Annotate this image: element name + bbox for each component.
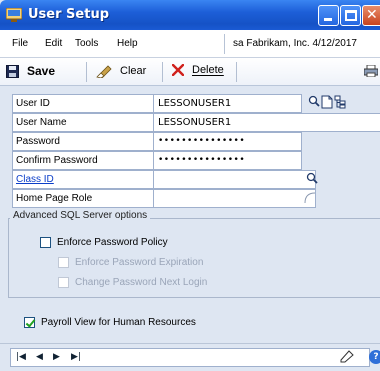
- enforce-password-expiration-label: Enforce Password Expiration: [75, 257, 204, 268]
- printer-icon[interactable]: [364, 65, 378, 77]
- change-password-next-login-checkbox[interactable]: [58, 277, 69, 288]
- menu-file[interactable]: File: [12, 38, 28, 49]
- menu-tools[interactable]: Tools: [75, 38, 98, 49]
- delete-label: Delete: [192, 64, 224, 76]
- delete-button[interactable]: Delete: [172, 64, 224, 76]
- user-name-field[interactable]: LESSONUSER1: [153, 113, 380, 132]
- toolbar: Save Clear Delete: [0, 58, 380, 86]
- payroll-view-hr-checkbox[interactable]: [24, 317, 35, 328]
- class-id-lookup-icon[interactable]: [306, 172, 318, 186]
- enforce-password-expiration-checkbox[interactable]: [58, 257, 69, 268]
- menu-edit[interactable]: Edit: [45, 38, 62, 49]
- delete-x-icon: [172, 64, 184, 76]
- menu-divider: [224, 34, 225, 54]
- maximize-button[interactable]: [340, 5, 361, 26]
- password-row: Password •••••••••••••••: [12, 132, 380, 151]
- user-id-row: User ID LESSONUSER1: [12, 94, 380, 113]
- close-button[interactable]: ✕: [362, 5, 380, 26]
- user-id-field[interactable]: LESSONUSER1: [153, 94, 302, 113]
- user-setup-window: User Setup ✕ File Edit Tools Help sa Fab…: [0, 0, 380, 371]
- next-record-icon[interactable]: ▶: [53, 352, 60, 362]
- new-document-icon[interactable]: [321, 95, 333, 109]
- user-id-lookup-icons: [308, 95, 346, 109]
- dropdown-corner-icon[interactable]: [304, 192, 316, 204]
- class-id-row: Class ID: [12, 170, 380, 189]
- maximize-icon: [345, 10, 357, 21]
- clear-button[interactable]: Clear: [96, 64, 146, 78]
- confirm-password-field[interactable]: •••••••••••••••: [153, 151, 302, 170]
- minimize-icon: [324, 18, 332, 21]
- minimize-button[interactable]: [318, 5, 339, 26]
- tree-view-icon[interactable]: [334, 95, 346, 109]
- confirm-password-label: Confirm Password: [12, 151, 153, 170]
- title-bar[interactable]: User Setup ✕: [0, 0, 380, 30]
- toolbar-divider: [236, 62, 237, 82]
- last-record-icon[interactable]: ▶|: [71, 352, 81, 362]
- menu-bar: File Edit Tools Help sa Fabrikam, Inc. 4…: [0, 30, 380, 58]
- save-button[interactable]: Save: [6, 64, 55, 78]
- app-icon: [6, 8, 22, 22]
- previous-record-icon[interactable]: ◀: [36, 352, 43, 362]
- change-password-next-login[interactable]: Change Password Next Login: [58, 277, 207, 288]
- user-name-label: User Name: [12, 113, 153, 132]
- class-id-field[interactable]: [153, 170, 316, 189]
- help-icon[interactable]: ?: [369, 350, 380, 364]
- record-navigator: |◀ ◀ ▶ ▶|: [10, 348, 370, 367]
- clear-label: Clear: [120, 65, 147, 77]
- payroll-view-hr-label: Payroll View for Human Resources: [41, 317, 196, 328]
- advanced-sql-group-title: Advanced SQL Server options: [10, 210, 151, 221]
- enforce-password-policy-label: Enforce Password Policy: [57, 237, 168, 248]
- session-status: sa Fabrikam, Inc. 4/12/2017: [233, 38, 357, 49]
- home-page-role-field[interactable]: [153, 189, 316, 208]
- toolbar-divider: [86, 62, 87, 82]
- confirm-password-row: Confirm Password •••••••••••••••: [12, 151, 380, 170]
- enforce-password-expiration[interactable]: Enforce Password Expiration: [58, 257, 203, 268]
- payroll-view-hr[interactable]: Payroll View for Human Resources: [24, 317, 196, 328]
- home-page-role-label: Home Page Role: [12, 189, 153, 208]
- first-record-icon[interactable]: |◀: [16, 352, 26, 362]
- lookup-icon[interactable]: [308, 95, 320, 109]
- change-password-next-login-label: Change Password Next Login: [75, 277, 208, 288]
- note-icon[interactable]: [339, 349, 355, 363]
- close-icon: ✕: [366, 7, 378, 23]
- home-page-role-row: Home Page Role: [12, 189, 380, 208]
- password-field[interactable]: •••••••••••••••: [153, 132, 302, 151]
- user-id-label: User ID: [12, 94, 153, 113]
- toolbar-divider: [162, 62, 163, 82]
- menu-help[interactable]: Help: [117, 38, 138, 49]
- window-title: User Setup: [28, 7, 110, 22]
- save-label: Save: [27, 64, 56, 78]
- password-label: Password: [12, 132, 153, 151]
- enforce-password-policy[interactable]: Enforce Password Policy: [40, 237, 168, 248]
- save-icon: [6, 64, 19, 78]
- record-navigation-bar: |◀ ◀ ▶ ▶| ?: [0, 343, 380, 371]
- class-id-link[interactable]: Class ID: [12, 170, 153, 189]
- enforce-password-policy-checkbox[interactable]: [40, 237, 51, 248]
- eraser-icon: [96, 65, 112, 78]
- user-name-row: User Name LESSONUSER1: [12, 113, 380, 132]
